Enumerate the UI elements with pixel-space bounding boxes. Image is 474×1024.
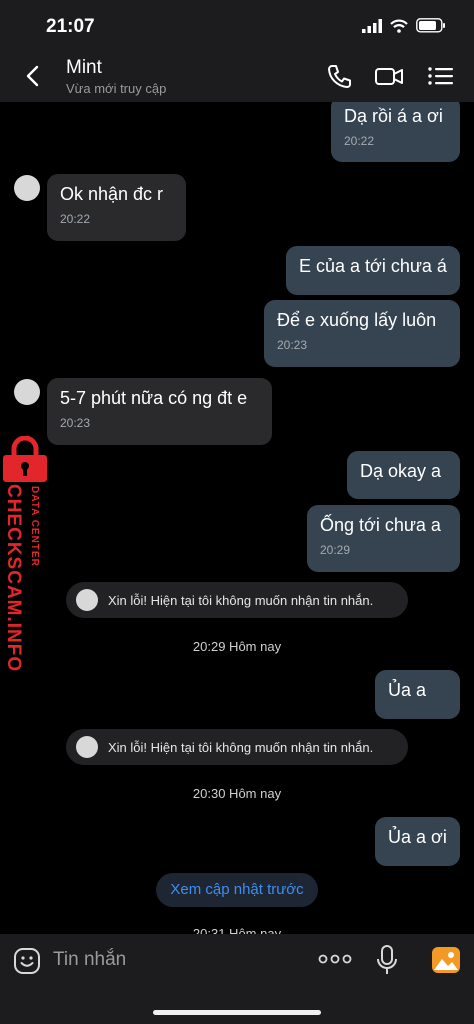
microphone-icon[interactable] [376,945,398,975]
phone-call-icon[interactable] [324,62,354,90]
contact-avatar[interactable] [14,175,40,201]
battery-icon [416,18,445,33]
contact-name[interactable]: Mint [66,57,102,79]
chat-area[interactable]: Dạ rồi á a ơi 20:22 Ok nhận đc r 20:22 E… [0,102,474,934]
message-bubble-outgoing[interactable]: Ủa a ơi [375,817,460,866]
contact-avatar[interactable] [14,379,40,405]
system-notice-text: Xin lỗi! Hiện tại tôi không muốn nhận ti… [108,592,374,608]
date-separator: 20:29 Hôm nay [192,639,282,654]
message-text: 5-7 phút nữa có ng đt e [60,388,248,408]
message-time: 20:22 [60,212,91,226]
message-time: 20:29 [320,543,351,557]
message-bubble-outgoing[interactable]: E của a tới chưa á [286,246,460,295]
message-input-bar: Tin nhắn [0,934,474,1024]
message-time: 20:23 [277,338,308,352]
system-notice: Xin lỗi! Hiện tại tôi không muốn nhận ti… [66,729,408,765]
message-bubble-outgoing[interactable]: Ống tới chưa a 20:29 [307,505,460,572]
last-seen-status: Vừa mới truy cập [66,81,167,96]
message-text: Ủa a [388,680,427,700]
message-text: Ok nhận đc r [60,184,164,204]
message-bubble-outgoing[interactable]: Dạ okay a [347,451,460,499]
sticker-icon[interactable] [13,947,41,975]
system-notice-text: Xin lỗi! Hiện tại tôi không muốn nhận ti… [108,739,374,755]
date-separator: 20:30 Hôm nay [192,786,282,801]
message-text: E của a tới chưa á [299,256,447,276]
watermark-subtext: DATA CENTER [29,486,40,567]
message-text: Để e xuống lấy luôn [277,310,437,330]
message-text: Dạ okay a [360,461,442,481]
message-text: Dạ rồi á a ơi [344,106,443,126]
message-text: Ống tới chưa a [320,515,441,535]
status-icons [362,18,446,33]
message-bubble-outgoing[interactable]: Dạ rồi á a ơi 20:22 [331,102,460,162]
message-bubble-incoming[interactable]: Ok nhận đc r 20:22 [47,174,186,241]
message-time: 20:22 [344,134,375,148]
signal-icon [362,18,382,33]
more-options-icon[interactable] [318,952,352,966]
watermark: CHECKSCAM.INFO DATA CENTER [0,436,52,673]
watermark-text: CHECKSCAM.INFO [3,484,24,673]
message-time: 20:23 [60,416,91,430]
date-separator: 20:31 Hôm nay [192,926,282,934]
message-input[interactable]: Tin nhắn [53,949,126,971]
status-time: 21:07 [46,16,95,37]
wifi-icon [390,19,408,33]
photo-gallery-icon[interactable] [431,946,461,974]
message-bubble-outgoing[interactable]: Ủa a [375,670,460,719]
message-bubble-incoming[interactable]: 5-7 phút nữa có ng đt e 20:23 [47,378,272,445]
contact-avatar [76,736,98,758]
menu-list-icon[interactable] [426,62,456,90]
message-bubble-outgoing[interactable]: Để e xuống lấy luôn 20:23 [264,300,460,367]
chat-header: Mint Vừa mới truy cập [0,52,474,102]
load-previous-button[interactable]: Xem cập nhật trước [156,873,318,907]
system-notice: Xin lỗi! Hiện tại tôi không muốn nhận ti… [66,582,408,618]
padlock-icon [3,436,47,482]
video-call-icon[interactable] [374,62,404,90]
back-arrow-icon[interactable] [20,62,48,90]
message-text: Ủa a ơi [388,827,447,847]
status-bar: 21:07 [0,0,474,52]
home-indicator [153,1010,321,1015]
contact-avatar [76,589,98,611]
